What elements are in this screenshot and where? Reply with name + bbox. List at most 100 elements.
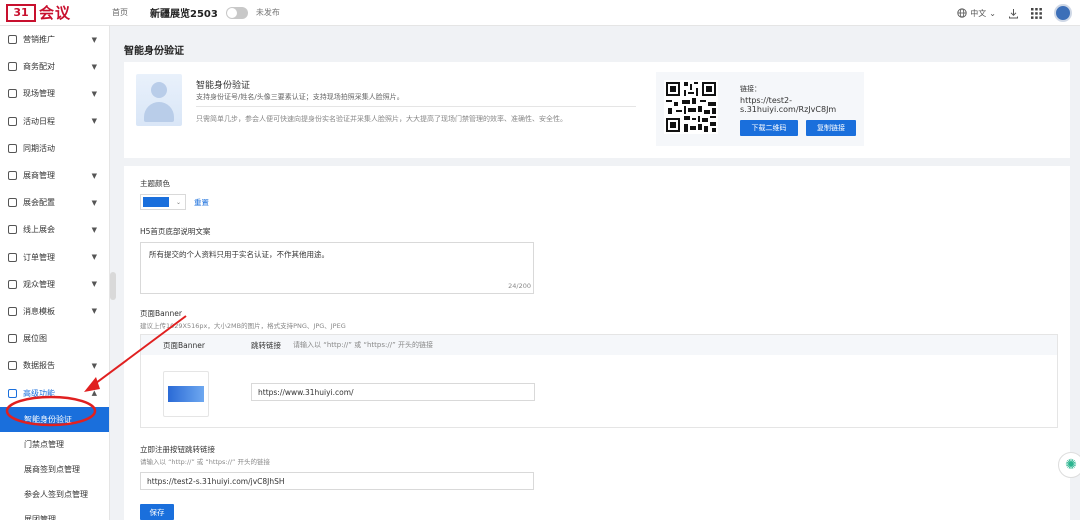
language-selector[interactable]: 中文 ⌄ — [957, 8, 996, 19]
theme-color-label: 主题颜色 — [140, 179, 170, 188]
feature-card: 智能身份验证 支持身份证号/姓名/头像三要素认证；支持现场拍照采集人脸照片。 只… — [124, 62, 1070, 158]
calendar-icon — [8, 116, 17, 126]
char-counter: 24/200 — [508, 282, 531, 290]
chart-icon — [8, 361, 17, 371]
sidebar-subitem-access-points[interactable]: 门禁点管理 — [0, 432, 109, 457]
order-icon — [8, 252, 17, 262]
main-content: 智能身份验证 智能身份验证 支持身份证号/姓名/头像三要素认证；支持现场拍照采集… — [116, 26, 1080, 520]
publish-toggle[interactable] — [225, 6, 248, 19]
sidebar-item-concurrent-events[interactable]: 同期活动 — [0, 135, 109, 162]
sidebar-item-onsite[interactable]: 现场管理 ▼ — [0, 80, 109, 107]
sidebar-item-schedule[interactable]: 活动日程 ▼ — [0, 108, 109, 135]
link-label: 链接： — [740, 85, 761, 93]
sidebar-item-label: 展位图 — [23, 334, 47, 344]
top-right-tools: 中文 ⌄ — [957, 0, 1072, 26]
sidebar-item-orders[interactable]: 订单管理 ▼ — [0, 244, 109, 271]
sidebar-item-label: 观众管理 — [23, 279, 55, 289]
chevron-down-icon: ▼ — [91, 198, 97, 207]
h5-text-label: H5首页底部说明文案 — [140, 227, 211, 236]
chevron-down-icon: ▼ — [91, 62, 97, 71]
banner-thumbnail[interactable] — [163, 371, 209, 417]
sidebar-subitem-groups[interactable]: 展团管理 — [0, 507, 109, 520]
sidebar-item-advanced[interactable]: 高级功能 ▲ — [0, 379, 109, 406]
video-icon — [8, 89, 17, 99]
sidebar-item-booth-map[interactable]: 展位图 — [0, 325, 109, 352]
megaphone-icon — [8, 35, 17, 45]
chevron-down-icon: ▼ — [91, 117, 97, 126]
sidebar-subitem-attendee-checkin[interactable]: 参会人签到点管理 — [0, 482, 109, 507]
link-column-hint: 请输入以 “http://” 或 “https://” 开头的链接 — [293, 341, 433, 349]
sidebar-item-label: 活动日程 — [23, 116, 55, 126]
register-link-input[interactable]: https://test2-s.31huiyi.com/jvC8JhSH — [140, 472, 534, 490]
download-qr-button[interactable]: 下载二维码 — [740, 120, 798, 136]
logo-mark: 31 — [6, 3, 36, 22]
banner-hint: 建议上传1029X516px，大小2MB的图片，格式支持PNG、JPG、JPEG — [140, 322, 346, 330]
store-icon — [8, 171, 17, 181]
download-icon[interactable] — [1008, 8, 1019, 19]
avatar[interactable] — [1054, 4, 1072, 22]
settings-icon — [8, 198, 17, 208]
register-link-label: 立即注册按钮跳转链接 — [140, 445, 215, 454]
sidebar-item-label: 展商管理 — [23, 171, 55, 181]
assistant-icon[interactable]: ✺ — [1058, 452, 1080, 478]
apps-grid-icon[interactable] — [1031, 7, 1042, 19]
sidebar-subitem-exhibitor-checkin[interactable]: 展商签到点管理 — [0, 457, 109, 482]
sidebar-item-reports[interactable]: 数据报告 ▼ — [0, 352, 109, 379]
handshake-icon — [8, 62, 17, 72]
share-panel: 链接： https://test2-s.31huiyi.com/RzJvC8Jm… — [656, 72, 864, 146]
banner-table: 页面Banner 跳转链接 请输入以 “http://” 或 “https://… — [140, 334, 1058, 428]
sidebar-item-label: 高级功能 — [23, 388, 55, 398]
grid-icon — [8, 388, 17, 398]
save-button[interactable]: 保存 — [140, 504, 174, 520]
home-link[interactable]: 首页 — [112, 7, 128, 18]
banner-link-input[interactable]: https://www.31huiyi.com/ — [251, 383, 535, 401]
sidebar-item-audience[interactable]: 观众管理 ▼ — [0, 271, 109, 298]
qr-code — [664, 80, 718, 134]
sidebar-item-label: 展会配置 — [23, 198, 55, 208]
logo-text: 会议 — [39, 4, 72, 22]
chevron-down-icon: ⌄ — [176, 198, 182, 206]
sidebar-item-label: 数据报告 — [23, 361, 55, 371]
feature-title: 智能身份验证 — [196, 81, 251, 91]
divider — [196, 106, 636, 107]
banner-image — [168, 386, 204, 402]
feature-long-description: 只需简单几步，参会人便可快速向提身份实名验证并采集人脸照片，大大提高了现场门禁管… — [196, 115, 567, 123]
reset-color-link[interactable]: 重置 — [194, 197, 209, 208]
register-link-hint: 请输入以 “http://” 或 “https://” 开头的链接 — [140, 458, 270, 466]
sidebar-item-label: 线上展会 — [23, 225, 55, 235]
h5-text-textarea[interactable]: 所有提交的个人资料只用于实名认证，不作其他用途。 24/200 — [140, 242, 534, 294]
copy-link-button[interactable]: 复制链接 — [806, 120, 856, 136]
sidebar-item-message-templates[interactable]: 消息模板 ▼ — [0, 298, 109, 325]
chevron-down-icon: ▼ — [91, 307, 97, 316]
h5-text-value: 所有提交的个人资料只用于实名认证，不作其他用途。 — [149, 250, 329, 259]
bell-icon — [8, 306, 17, 316]
chevron-up-icon: ▲ — [91, 389, 97, 398]
publish-status: 未发布 — [255, 8, 280, 17]
share-link[interactable]: https://test2-s.31huiyi.com/RzJvC8Jm — [740, 96, 864, 114]
chevron-down-icon: ▼ — [91, 361, 97, 370]
sidebar-item-marketing[interactable]: 营销推广 ▼ — [0, 26, 109, 53]
sidebar-item-expo-config[interactable]: 展会配置 ▼ — [0, 189, 109, 216]
banner-label: 页面Banner — [140, 309, 182, 318]
sidebar-item-business-matching[interactable]: 商务配对 ▼ — [0, 53, 109, 80]
language-label: 中文 — [970, 8, 987, 18]
sidebar-item-label: 现场管理 — [23, 89, 55, 99]
sidebar-item-online-expo[interactable]: 线上展会 ▼ — [0, 216, 109, 243]
globe-icon — [957, 8, 967, 18]
logo[interactable]: 31 会议 — [0, 0, 108, 26]
banner-column-header: 页面Banner — [163, 340, 205, 350]
map-icon — [8, 334, 17, 344]
sidebar-subitem-identity-verification[interactable]: 智能身份验证 — [0, 406, 109, 432]
chevron-down-icon: ▼ — [91, 89, 97, 98]
top-bar: 31 会议 首页 新疆展览2503 未发布 中文 ⌄ — [0, 0, 1080, 26]
page-title: 智能身份验证 — [124, 46, 184, 57]
banner-table-header: 页面Banner 跳转链接 请输入以 “http://” 或 “https://… — [141, 335, 1057, 355]
chevron-down-icon: ▼ — [91, 225, 97, 234]
document-icon — [8, 143, 17, 153]
sidebar-item-exhibitors[interactable]: 展商管理 ▼ — [0, 162, 109, 189]
link-column-header: 跳转链接 — [251, 340, 281, 350]
theme-color-picker[interactable]: ⌄ — [140, 194, 186, 210]
settings-form: 主题颜色 ⌄ 重置 H5首页底部说明文案 所有提交的个人资料只用于实名认证，不作… — [124, 166, 1070, 520]
sidebar: 营销推广 ▼ 商务配对 ▼ 现场管理 ▼ 活动日程 ▼ 同期活动 展商管理 ▼ 展会配置 ▼… — [0, 26, 110, 520]
sidebar-item-label: 商务配对 — [23, 62, 55, 72]
